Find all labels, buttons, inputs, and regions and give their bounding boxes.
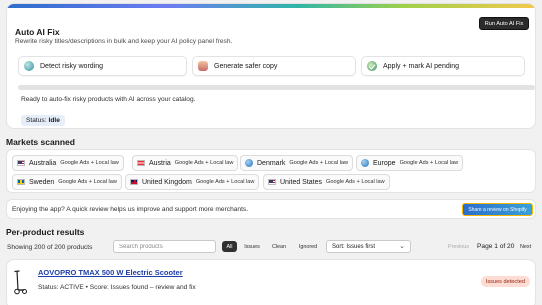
sort-select[interactable]: Sort: Issues first ⌄	[326, 240, 411, 253]
step-generate-safer-copy: Generate safer copy	[192, 56, 356, 76]
market-name: Sweden	[29, 178, 55, 186]
market-name: United Kingdom	[142, 178, 192, 186]
market-scope: Google Ads + Local law	[326, 179, 385, 185]
previous-page-button[interactable]: Previous	[448, 244, 469, 250]
step-label: Detect risky wording	[40, 62, 104, 70]
market-name: Denmark	[257, 159, 286, 167]
filter-clean[interactable]: Clean	[268, 241, 290, 252]
auto-fix-progress-bar	[18, 85, 535, 90]
status-label: Status:	[26, 117, 47, 124]
market-scope: Google Ads + Local law	[195, 179, 255, 185]
filter-ignored[interactable]: Ignored	[295, 241, 321, 252]
product-status: Status: ACTIVE • Score: Issues found – r…	[38, 284, 196, 291]
page-indicator: Page 1 of 20	[477, 243, 515, 250]
gradient-accent-bar	[7, 4, 535, 8]
market-scope: Google Ads + Local law	[289, 160, 349, 166]
flag-icon	[130, 179, 138, 185]
flag-icon	[17, 179, 25, 185]
status-value: Idle	[48, 117, 60, 124]
review-text: Enjoying the app? A quick review helps u…	[12, 206, 249, 213]
market-name: United States	[280, 178, 323, 186]
market-scope: Google Ads + Local law	[58, 179, 117, 185]
flag-icon	[17, 160, 25, 166]
chevron-updown-icon: ⌄	[399, 243, 405, 250]
issues-detected-badge: Issues detected	[480, 276, 530, 287]
step-detect-risky-wording: Detect risky wording	[18, 56, 187, 76]
market-scope: Google Ads + Local law	[60, 160, 119, 166]
market-united-kingdom: United Kingdom Google Ads + Local law	[125, 174, 260, 190]
market-scope: Google Ads + Local law	[399, 160, 459, 166]
sort-value: Sort: Issues first	[332, 243, 376, 250]
markets-card: Australia Google Ads + Local law Austria…	[6, 149, 536, 193]
globe-icon	[361, 159, 369, 167]
markets-title: Markets scanned	[6, 137, 75, 147]
market-united-states: United States Google Ads + Local law	[263, 174, 390, 190]
review-banner: Enjoying the app? A quick review helps u…	[6, 199, 536, 219]
market-name: Austria	[149, 159, 171, 167]
auto-fix-message: Ready to auto-fix risky products with AI…	[21, 96, 196, 103]
product-row: AOVOPRO TMAX 500 W Electric Scooter Stat…	[6, 259, 536, 305]
auto-fix-title: Auto AI Fix	[15, 27, 60, 37]
flag-icon	[137, 160, 145, 166]
step-apply-mark-ai-pending: Apply + mark AI pending	[361, 56, 525, 76]
market-europe: Europe Google Ads + Local law	[356, 155, 464, 171]
globe-icon	[245, 159, 253, 167]
next-page-button[interactable]: Next	[520, 244, 531, 250]
auto-ai-fix-card: Auto AI Fix Rewrite risky titles/descrip…	[6, 3, 536, 129]
filter-issues[interactable]: Issues	[241, 241, 263, 252]
scooter-thumbnail-icon	[14, 270, 27, 295]
share-review-button[interactable]: Share a review on Shopify	[462, 203, 533, 216]
product-name-link[interactable]: AOVOPRO TMAX 500 W Electric Scooter	[38, 268, 183, 277]
auto-fix-steps: Detect risky wording Generate safer copy…	[18, 56, 525, 76]
market-austria: Austria Google Ads + Local law	[132, 155, 239, 171]
auto-fix-subtitle: Rewrite risky titles/descriptions in bul…	[15, 38, 233, 45]
run-auto-ai-fix-button[interactable]: Run Auto AI Fix	[479, 17, 529, 30]
market-name: Australia	[29, 159, 57, 167]
market-scope: Google Ads + Local law	[174, 160, 234, 166]
market-name: Europe	[373, 159, 396, 167]
market-australia: Australia Google Ads + Local law	[12, 155, 124, 171]
products-title: Per-product results	[6, 227, 85, 237]
check-icon	[367, 61, 377, 71]
filter-all[interactable]: All	[222, 241, 237, 252]
generate-icon	[198, 61, 208, 71]
search-products-input[interactable]	[113, 240, 216, 253]
detect-icon	[24, 61, 34, 71]
market-sweden: Sweden Google Ads + Local law	[12, 174, 122, 190]
step-label: Generate safer copy	[214, 62, 278, 70]
flag-icon	[268, 179, 276, 185]
step-label: Apply + mark AI pending	[383, 62, 460, 70]
products-count: Showing 200 of 200 products	[7, 244, 93, 251]
market-denmark: Denmark Google Ads + Local law	[240, 155, 354, 171]
status-badge: Status: Idle	[21, 115, 65, 126]
